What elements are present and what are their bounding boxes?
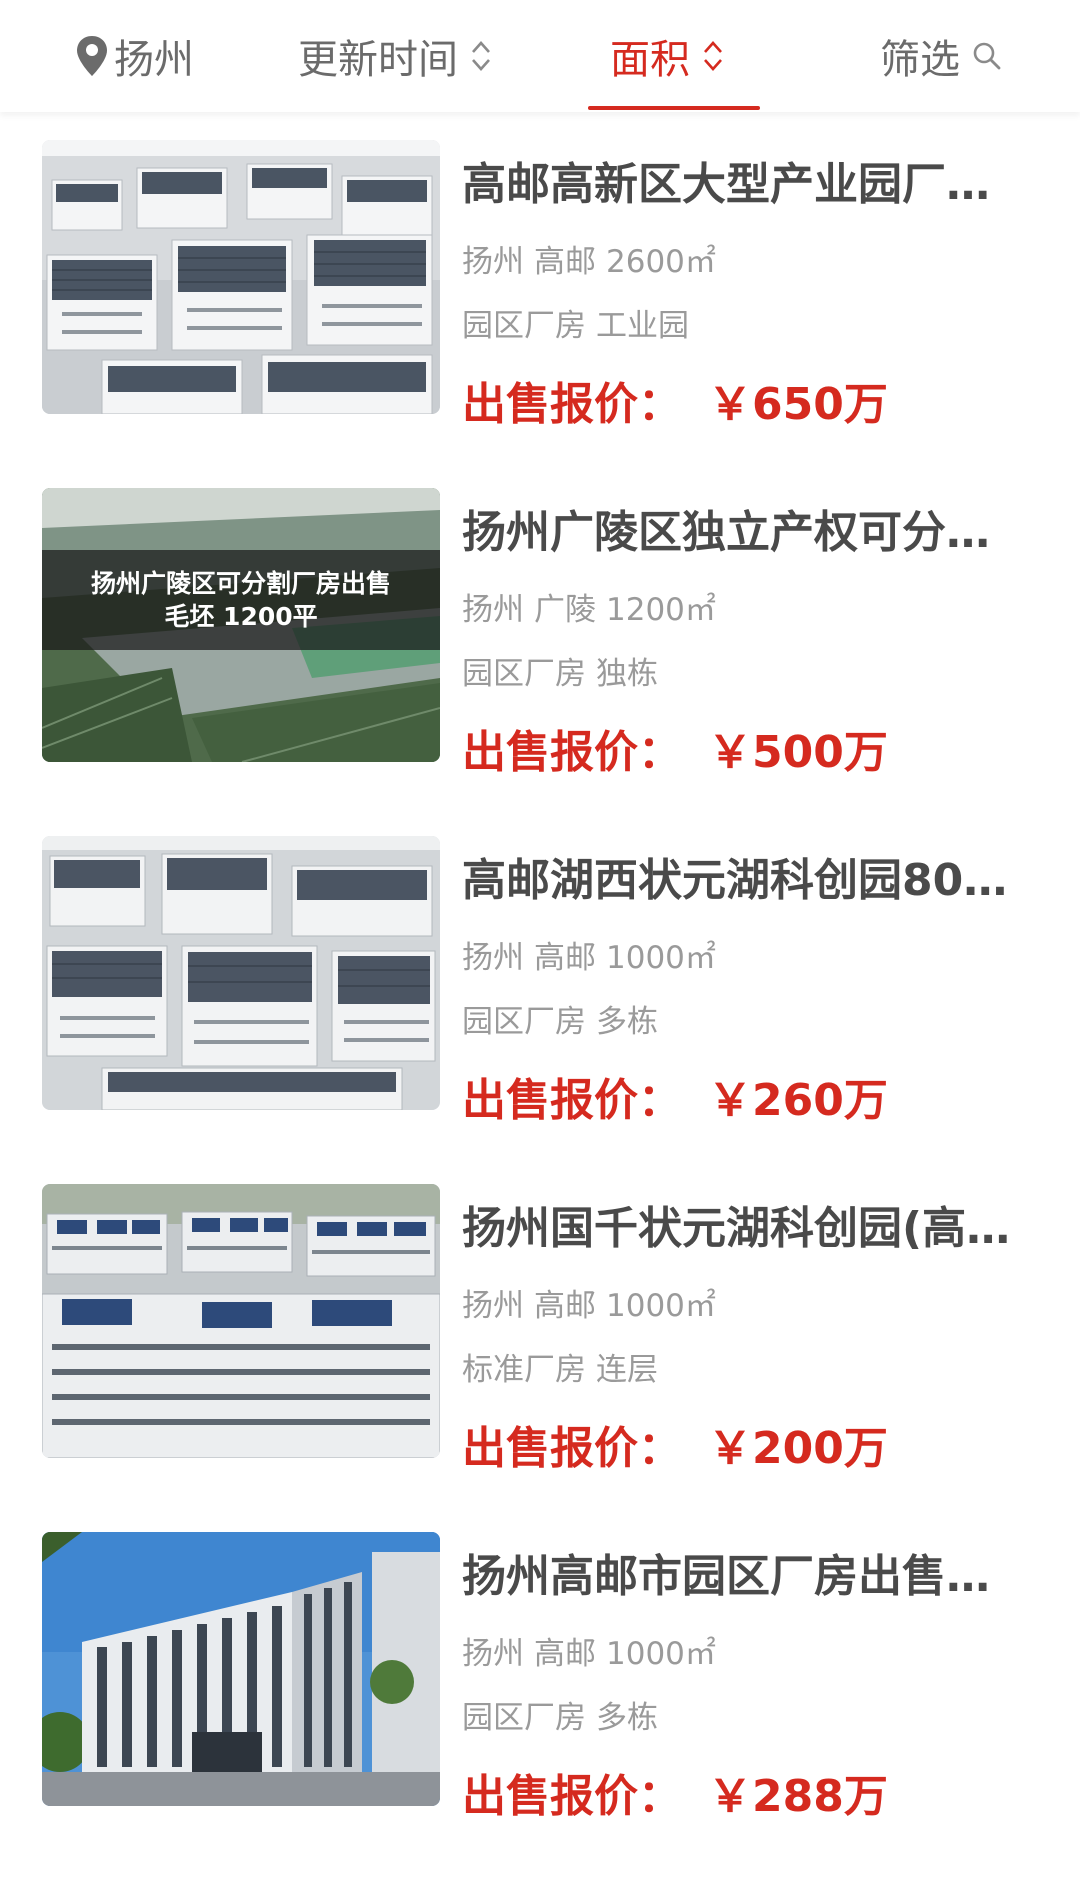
listing-location: 扬州 高邮 2600㎡	[462, 236, 716, 281]
listing-type: 园区厂房	[462, 1700, 586, 1736]
listing-type: 标准厂房	[462, 1352, 586, 1388]
listing-title[interactable]: 扬州国千状元湖科创园(高…	[462, 1192, 1022, 1256]
active-tab-indicator	[588, 106, 760, 110]
listing-district: 高邮	[534, 1288, 596, 1324]
sort-updown-icon	[472, 41, 490, 71]
listing-style: 连层	[596, 1352, 658, 1388]
location-pin-icon	[77, 36, 107, 76]
list-item[interactable]: 扬州广陵区可分割厂房出售 毛坯 1200平 扬州广陵区独立产权可分… 扬州 广陵 1…	[0, 460, 1080, 808]
search-icon	[973, 42, 1001, 70]
listing-district: 广陵	[534, 592, 596, 628]
listing-area: 1000㎡	[606, 1636, 716, 1672]
caption-line-2: 毛坯 1200平	[164, 602, 318, 631]
filter-label: 筛选	[880, 37, 960, 83]
listing-thumbnail[interactable]	[42, 1184, 440, 1458]
listing-city: 扬州	[462, 592, 524, 628]
listing-tags: 园区厂房 独栋	[462, 648, 658, 693]
listing-location: 扬州 高邮 1000㎡	[462, 932, 716, 977]
listing-title[interactable]: 扬州高邮市园区厂房出售…	[462, 1540, 1022, 1604]
location-label: 扬州	[114, 37, 194, 83]
price-value: ￥500万	[708, 727, 888, 778]
caption-line-1: 扬州广陵区可分割厂房出售	[90, 569, 391, 598]
location-filter[interactable]: 扬州	[74, 0, 194, 112]
listing-city: 扬州	[462, 1636, 524, 1672]
price-value: ￥200万	[708, 1423, 888, 1474]
listing-location: 扬州 高邮 1000㎡	[462, 1628, 716, 1673]
list-item[interactable]: 高邮湖西状元湖科创园80… 扬州 高邮 1000㎡ 园区厂房 多栋 出售报价： ￥260…	[0, 808, 1080, 1156]
listing-city: 扬州	[462, 940, 524, 976]
listing-tags: 园区厂房 工业园	[462, 300, 689, 345]
price-label: 出售报价：	[462, 727, 682, 778]
listing-title[interactable]: 高邮高新区大型产业园厂…	[462, 148, 1022, 212]
listing-thumbnail[interactable]	[42, 836, 440, 1110]
price-label: 出售报价：	[462, 1771, 682, 1822]
listing-price: 出售报价： ￥200万	[462, 1412, 888, 1476]
listing-city: 扬州	[462, 244, 524, 280]
listing-area: 2600㎡	[606, 244, 716, 280]
listing-district: 高邮	[534, 940, 596, 976]
listing-price: 出售报价： ￥260万	[462, 1064, 888, 1128]
solar-rooftop-park-image	[42, 836, 440, 1110]
listing-title[interactable]: 扬州广陵区独立产权可分…	[462, 496, 1022, 560]
listing-city: 扬州	[462, 1288, 524, 1324]
listing-area: 1000㎡	[606, 1288, 716, 1324]
area-label: 面积	[610, 37, 690, 83]
listing-area: 1000㎡	[606, 940, 716, 976]
sort-area-tab[interactable]: 面积	[610, 0, 724, 112]
factory-building-rendering-image	[42, 1532, 440, 1806]
listing-price: 出售报价： ￥650万	[462, 368, 888, 432]
filter-tab[interactable]: 筛选	[880, 0, 1002, 112]
list-item[interactable]: 扬州国千状元湖科创园(高… 扬州 高邮 1000㎡ 标准厂房 连层 出售报价： ￥200…	[0, 1156, 1080, 1504]
listing-type: 园区厂房	[462, 308, 586, 344]
list-item[interactable]: 扬州高邮市园区厂房出售… 扬州 高邮 1000㎡ 园区厂房 多栋 出售报价： ￥288万	[0, 1504, 1080, 1852]
listing-tags: 园区厂房 多栋	[462, 996, 658, 1041]
listing-price: 出售报价： ￥500万	[462, 716, 888, 780]
listing-thumbnail[interactable]	[42, 1532, 440, 1806]
listing-tags: 园区厂房 多栋	[462, 1692, 658, 1737]
listing-location: 扬州 高邮 1000㎡	[462, 1280, 716, 1325]
blue-solar-roof-park-image	[42, 1184, 440, 1458]
solar-rooftop-park-image	[42, 140, 440, 414]
listing-thumbnail[interactable]	[42, 140, 440, 414]
listing-area: 1200㎡	[606, 592, 716, 628]
filter-bar: 扬州 更新时间 面积 筛选	[0, 0, 1080, 112]
listing-district: 高邮	[534, 1636, 596, 1672]
listing-style: 多栋	[596, 1700, 658, 1736]
price-label: 出售报价：	[462, 1423, 682, 1474]
list-item[interactable]: 高邮高新区大型产业园厂… 扬州 高邮 2600㎡ 园区厂房 工业园 出售报价： ￥650…	[0, 112, 1080, 460]
listing-tags: 标准厂房 连层	[462, 1344, 658, 1389]
listing-price: 出售报价： ￥288万	[462, 1760, 888, 1824]
listing-type: 园区厂房	[462, 656, 586, 692]
listing-type: 园区厂房	[462, 1004, 586, 1040]
sort-updown-icon	[704, 41, 722, 71]
price-label: 出售报价：	[462, 1075, 682, 1126]
price-label: 出售报价：	[462, 379, 682, 430]
sort-update-time-tab[interactable]: 更新时间	[298, 0, 492, 112]
listing-title[interactable]: 高邮湖西状元湖科创园80…	[462, 844, 1022, 908]
listing-location: 扬州 广陵 1200㎡	[462, 584, 716, 629]
listing-style: 工业园	[596, 308, 689, 344]
price-value: ￥650万	[708, 379, 888, 430]
listing-district: 高邮	[534, 244, 596, 280]
listing-thumbnail[interactable]: 扬州广陵区可分割厂房出售 毛坯 1200平	[42, 488, 440, 762]
price-value: ￥288万	[708, 1771, 888, 1822]
listing-style: 独栋	[596, 656, 658, 692]
update-time-label: 更新时间	[298, 37, 458, 83]
thumbnail-caption: 扬州广陵区可分割厂房出售 毛坯 1200平	[42, 550, 440, 650]
price-value: ￥260万	[708, 1075, 888, 1126]
listing-style: 多栋	[596, 1004, 658, 1040]
